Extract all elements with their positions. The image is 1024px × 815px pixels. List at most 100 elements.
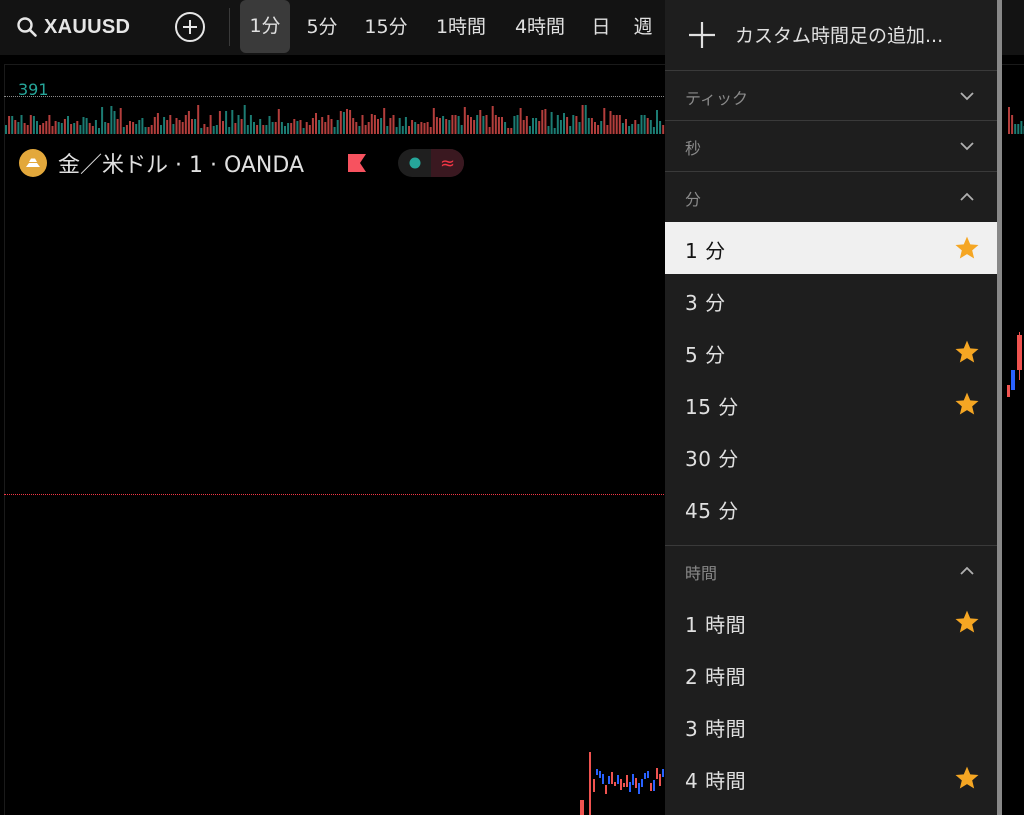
volume-bar [321,117,324,134]
interval-dropdown-menu: カスタム時間足の追加... ティック 秒 分 1 分 3 分 5 分 15 分 … [665,0,1002,815]
volume-bar [23,123,26,134]
volume-bar [383,108,386,134]
volume-bar [51,126,54,134]
volume-bar [603,108,606,134]
candle-body [635,778,637,788]
candle-body [659,774,661,786]
interval-15m-button[interactable]: 15分 [357,0,415,55]
group-header-hours[interactable]: 時間 [665,547,997,595]
volume-bar [460,125,463,134]
volume-bar [231,110,234,134]
interval-item-30m[interactable]: 30 分 [665,430,997,482]
group-header-minutes[interactable]: 分 [665,173,997,221]
volume-bar [355,122,358,134]
volume-bar [404,117,407,134]
volume-bar [429,127,432,134]
volume-bar [646,118,649,134]
volume-bar [79,125,82,134]
series-legend[interactable]: 金／米ドル · 1 · OANDA [18,147,304,179]
interval-item-3h[interactable]: 3 時間 [665,700,997,752]
chevron-up-icon [960,192,974,201]
volume-bar [32,116,35,134]
volume-bar [342,112,345,134]
star-favorite-icon[interactable] [954,235,980,261]
series-title: 金／米ドル · 1 · OANDA [58,153,304,178]
volume-bar [491,106,494,134]
volume-bar [569,126,572,134]
volume-bar [293,119,296,134]
interval-1m-button[interactable]: 1分 [240,0,290,53]
volume-bar [144,127,147,134]
candle-body [641,779,643,787]
group-header-ticks[interactable]: ティック [665,72,997,120]
interval-item-4h[interactable]: 4 時間 [665,752,997,804]
volume-bar [268,116,271,134]
interval-item-1m[interactable]: 1 分 [665,222,997,274]
volume-bar [584,105,587,134]
volume-bar [612,115,615,134]
interval-item-15m[interactable]: 15 分 [665,378,997,430]
symbol-search-button[interactable]: XAUUSD [16,8,130,46]
interval-week-button[interactable]: 週 [626,0,660,55]
volume-bar [628,126,631,134]
market-status-pill[interactable]: ≈ [398,149,464,177]
volume-bar [222,121,224,134]
group-header-seconds[interactable]: 秒 [665,122,997,170]
volume-bar [1008,107,1010,134]
volume-bar [101,107,104,134]
interval-day-button[interactable]: 日 [586,0,616,55]
star-favorite-icon[interactable] [954,391,980,417]
volume-bar [439,118,441,134]
volume-bar [299,120,302,134]
volume-bar [147,127,150,134]
candle-body [632,774,634,785]
volume-bar [169,115,172,134]
add-compare-icon[interactable] [174,11,206,43]
star-favorite-icon[interactable] [954,339,980,365]
star-favorite-icon[interactable] [954,609,980,635]
volume-bar [116,119,119,134]
plus-icon [689,22,715,48]
volume-bar [559,120,562,134]
volume-bar [135,124,138,134]
menu-divider [665,70,997,71]
flag-icon[interactable] [346,152,368,174]
volume-bar [240,119,243,134]
volume-bar [448,120,451,134]
volume-bar [284,126,286,134]
search-icon [17,17,37,37]
interval-item-2h[interactable]: 2 時間 [665,648,997,700]
volume-bar [358,126,361,134]
interval-item-5m[interactable]: 5 分 [665,326,997,378]
chevron-down-icon [960,142,974,151]
candle-body [617,775,619,784]
interval-item-3m[interactable]: 3 分 [665,274,997,326]
volume-bar [442,116,445,134]
volume-bar [122,127,125,134]
volume-bar [262,125,265,134]
interval-item-45m[interactable]: 45 分 [665,482,997,534]
volume-bar [457,116,460,134]
interval-1h-button[interactable]: 1時間 [428,0,494,55]
group-label: ティック [685,89,749,108]
volume-bar [370,114,373,134]
volume-histogram-right [1008,107,1024,134]
interval-5m-button[interactable]: 5分 [298,0,346,55]
toolbar-divider [229,8,230,46]
star-favorite-icon[interactable] [954,765,980,791]
volume-bar [451,115,454,134]
volume-bar [234,123,237,134]
candle-body [599,771,601,778]
volume-bar [597,125,600,134]
interval-item-1h[interactable]: 1 時間 [665,596,997,648]
menu-divider [665,545,997,546]
volume-bar [132,122,135,134]
volume-bar [305,122,308,134]
volume-bar [1017,124,1020,134]
volume-bar [566,117,569,134]
volume-bar [528,126,531,134]
add-custom-interval-button[interactable]: カスタム時間足の追加... [665,0,997,70]
volume-bar [578,122,581,134]
volume-bar [519,108,522,134]
interval-4h-button[interactable]: 4時間 [506,0,574,55]
